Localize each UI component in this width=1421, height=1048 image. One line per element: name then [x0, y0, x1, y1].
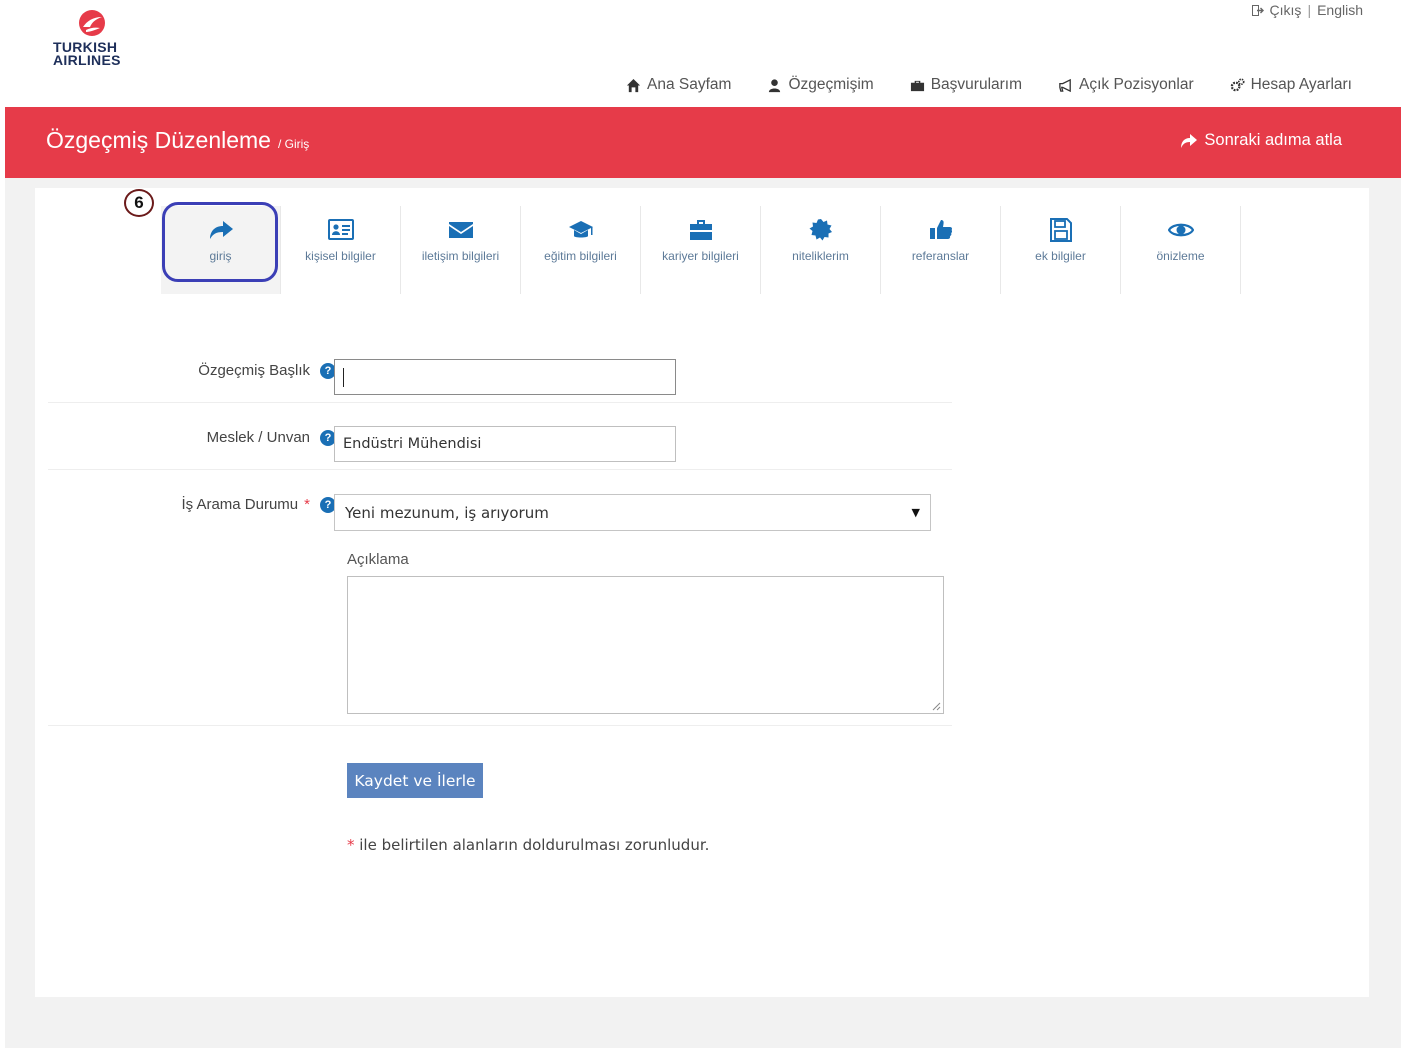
share-arrow-icon	[209, 221, 233, 239]
nav-item-applications[interactable]: Başvurularım	[910, 76, 1022, 94]
resume-title-label: Özgeçmiş Başlık ?	[198, 362, 336, 379]
required-note-text: ile belirtilen alanların doldurulması zo…	[354, 836, 710, 854]
step-qualifications[interactable]: niteliklerim	[761, 206, 881, 294]
step-preview[interactable]: önizleme	[1121, 206, 1241, 294]
step-label: giriş	[209, 249, 232, 263]
share-arrow-icon	[1181, 133, 1198, 148]
skip-step-label: Sonraki adıma atla	[1204, 131, 1342, 149]
job-search-label: İş Arama Durumu * ?	[181, 496, 336, 513]
text-caret	[343, 368, 344, 387]
job-search-select[interactable]: Yeni mezunum, iş arıyorum ▼	[334, 494, 931, 531]
gears-icon	[1230, 77, 1245, 91]
main-nav: Ana Sayfam Özgeçmişim Başvurularım Açık …	[626, 76, 1352, 94]
nav-item-account-settings[interactable]: Hesap Ayarları	[1230, 76, 1352, 94]
eye-icon	[1167, 223, 1194, 237]
job-search-selected: Yeni mezunum, iş arıyorum	[345, 503, 549, 522]
megaphone-icon	[1059, 78, 1071, 92]
user-icon	[769, 78, 781, 92]
logout-icon	[1251, 4, 1264, 16]
annotation-badge: 6	[121, 188, 157, 218]
nav-item-open-positions[interactable]: Açık Pozisyonlar	[1058, 76, 1194, 94]
step-label: iletişim bilgileri	[421, 249, 500, 263]
skip-step-button[interactable]: Sonraki adıma atla	[1180, 131, 1342, 150]
logo-line-2: AIRLINES	[53, 52, 121, 68]
home-icon	[626, 78, 641, 92]
profession-label-text: Meslek / Unvan	[206, 429, 310, 446]
step-contact-info[interactable]: iletişim bilgileri	[401, 206, 521, 294]
airline-logo-icon	[79, 10, 105, 36]
page-title-text: Özgeçmiş Düzenleme	[46, 127, 271, 153]
profession-label: Meslek / Unvan ?	[207, 429, 336, 446]
briefcase-icon	[910, 80, 924, 91]
step-intro[interactable]: giriş	[161, 206, 281, 294]
id-card-icon	[327, 219, 354, 240]
thumbs-up-icon	[929, 220, 952, 239]
badge-icon	[809, 219, 832, 241]
resize-grip-icon[interactable]	[932, 702, 941, 711]
required-mark: *	[304, 496, 310, 513]
logout-link[interactable]: Çıkış	[1270, 2, 1302, 18]
logo-text: TURKISH AIRLINES	[53, 40, 121, 68]
turkish-airlines-logo[interactable]: TURKISH AIRLINES	[53, 8, 133, 70]
resume-title-input[interactable]	[334, 359, 676, 395]
step-label: önizleme	[1156, 249, 1205, 263]
annotation-badge-number: 6	[124, 189, 154, 217]
required-fields-note: * ile belirtilen alanların doldurulması …	[347, 836, 709, 854]
step-label: kişisel bilgiler	[305, 249, 376, 263]
step-label: ek bilgiler	[1035, 249, 1086, 263]
graduation-cap-icon	[568, 221, 593, 238]
wizard-steps: giriş kişisel bilgiler iletişim bilgiler…	[161, 206, 1241, 294]
top-links: Çıkış | English	[1251, 2, 1363, 18]
step-personal-info[interactable]: kişisel bilgiler	[281, 206, 401, 294]
step-additional-info[interactable]: ek bilgiler	[1001, 206, 1121, 294]
form-card: 6 giriş kişisel bilgiler iletişim bilgil…	[35, 188, 1369, 997]
save-icon	[1049, 218, 1072, 242]
description-textarea[interactable]	[347, 576, 944, 714]
nav-item-label: Özgeçmişim	[788, 76, 874, 93]
nav-item-label: Başvurularım	[930, 76, 1023, 93]
step-career-info[interactable]: kariyer bilgileri	[641, 206, 761, 294]
page-banner: Özgeçmiş Düzenleme / Giriş Sonraki adıma…	[5, 107, 1401, 178]
language-link[interactable]: English	[1317, 2, 1363, 18]
resume-title-label-text: Özgeçmiş Başlık	[198, 362, 310, 379]
required-mark: *	[347, 836, 355, 854]
step-label: eğitim bilgileri	[544, 249, 617, 263]
step-label: kariyer bilgileri	[662, 249, 739, 263]
breadcrumb: / Giriş	[277, 137, 310, 151]
job-search-label-text: İş Arama Durumu	[181, 496, 299, 513]
description-label: Açıklama	[347, 551, 409, 568]
envelope-icon	[448, 222, 473, 238]
profession-value: Endüstri Mühendisi	[343, 436, 482, 452]
save-and-continue-button[interactable]: Kaydet ve İlerle	[347, 763, 483, 798]
nav-item-home[interactable]: Ana Sayfam	[626, 76, 731, 94]
nav-item-label: Açık Pozisyonlar	[1079, 76, 1194, 93]
top-links-separator: |	[1307, 2, 1312, 18]
step-label: niteliklerim	[792, 249, 849, 263]
briefcase-icon	[689, 220, 712, 240]
step-references[interactable]: referanslar	[881, 206, 1001, 294]
page-title: Özgeçmiş Düzenleme / Giriş	[46, 127, 309, 154]
step-education-info[interactable]: eğitim bilgileri	[521, 206, 641, 294]
nav-item-label: Ana Sayfam	[647, 76, 732, 93]
step-label: referanslar	[911, 249, 970, 263]
nav-item-resume[interactable]: Özgeçmişim	[767, 76, 874, 94]
caret-down-icon: ▼	[911, 506, 920, 519]
nav-item-label: Hesap Ayarları	[1250, 76, 1352, 93]
profession-input[interactable]: Endüstri Mühendisi	[334, 426, 676, 462]
